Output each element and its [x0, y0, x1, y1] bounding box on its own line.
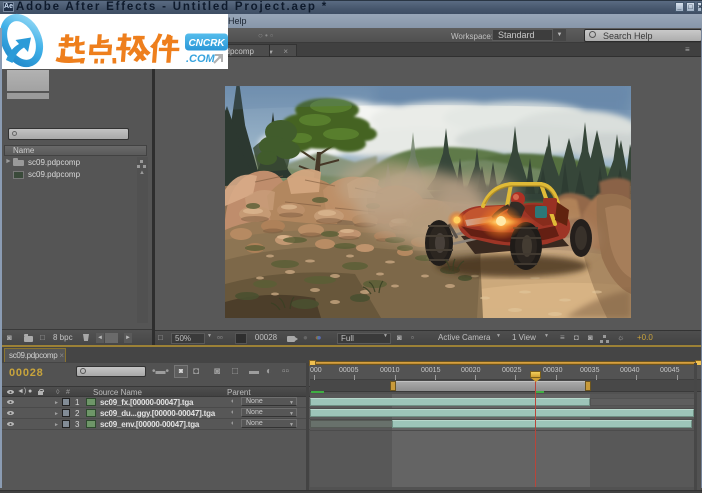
svg-text:.COM: .COM	[186, 53, 216, 65]
svg-text:CNCRK: CNCRK	[188, 38, 225, 49]
